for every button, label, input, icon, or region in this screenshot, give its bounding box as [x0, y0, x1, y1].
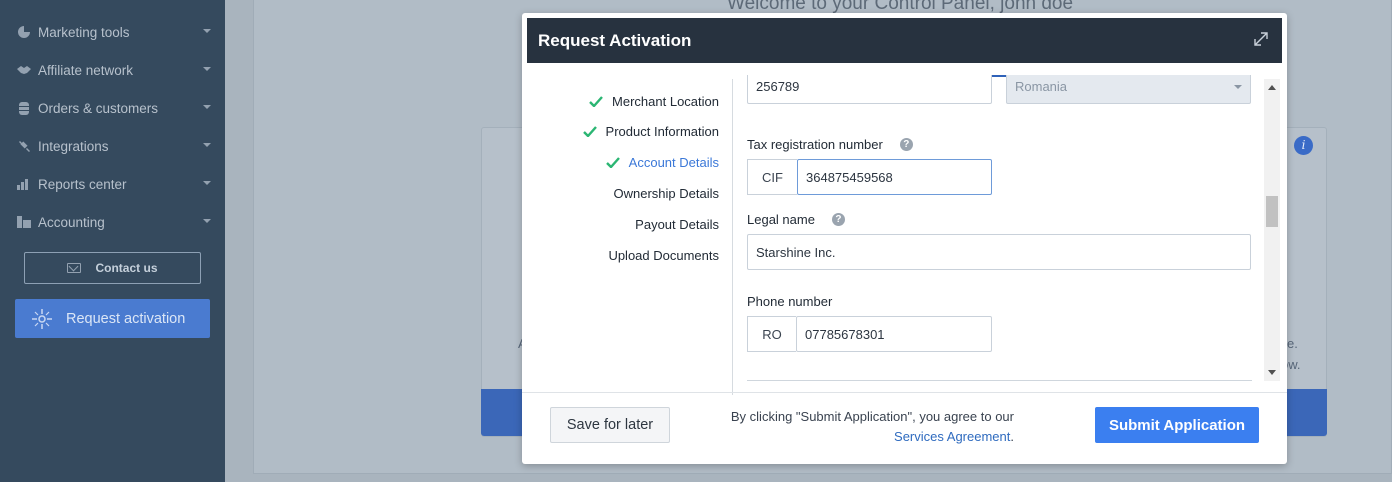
tax-prefix: CIF: [747, 159, 797, 195]
chevron-down-icon: [203, 181, 211, 185]
form-scrollbar[interactable]: [1264, 79, 1280, 381]
tax-number-label: Tax registration number ?: [747, 136, 913, 152]
step-label: Payout Details: [635, 216, 719, 232]
contact-us-button[interactable]: Contact us: [24, 252, 201, 284]
tax-number-value: 364875459568: [806, 169, 893, 185]
bar-chart-icon: [16, 177, 32, 191]
steps-divider: [732, 79, 733, 395]
chevron-down-icon: [1234, 85, 1242, 89]
request-activation-modal: Request Activation Merchant Location Pro…: [522, 13, 1287, 464]
postal-code-value: 256789: [756, 78, 800, 94]
sidebar-item-affiliate-network[interactable]: Affiliate network: [0, 51, 225, 89]
tax-number-label-text: Tax registration number: [747, 136, 883, 152]
handshake-icon: [16, 63, 32, 77]
phone-label: Phone number: [747, 293, 832, 309]
expand-icon[interactable]: [1252, 30, 1270, 48]
sparkle-icon: [32, 308, 52, 329]
sidebar-item-orders-customers[interactable]: Orders & customers: [0, 89, 225, 127]
step-upload-documents[interactable]: Upload Documents: [522, 245, 719, 265]
scroll-down-icon[interactable]: [1268, 370, 1276, 375]
sidebar-item-marketing-tools[interactable]: Marketing tools: [0, 13, 225, 51]
phone-prefix: RO: [747, 316, 796, 352]
country-select[interactable]: Romania: [1006, 75, 1251, 104]
chevron-down-icon: [203, 67, 211, 71]
save-for-later-button[interactable]: Save for later: [550, 407, 670, 443]
check-icon: [589, 95, 603, 107]
step-label: Upload Documents: [608, 247, 719, 263]
check-icon: [582, 125, 597, 137]
sidebar-item-accounting[interactable]: Accounting: [0, 203, 225, 241]
tax-number-input[interactable]: 364875459568: [797, 159, 992, 195]
help-icon[interactable]: ?: [831, 212, 845, 226]
chevron-down-icon: [203, 29, 211, 33]
form-divider: [747, 380, 1252, 381]
sidebar-item-label: Integrations: [38, 138, 109, 154]
plug-icon: [16, 139, 32, 153]
sidebar-item-reports-center[interactable]: Reports center: [0, 165, 225, 203]
sidebar-item-label: Marketing tools: [38, 24, 130, 40]
phone-input[interactable]: 07785678301: [796, 316, 992, 352]
submit-application-button[interactable]: Submit Application: [1095, 407, 1259, 443]
sidebar-item-label: Reports center: [38, 176, 127, 192]
legal-name-label: Legal name ?: [747, 211, 845, 227]
legal-name-value: Starshine Inc.: [756, 244, 836, 260]
database-icon: [16, 101, 32, 115]
phone-label-text: Phone number: [747, 293, 833, 309]
legal-name-input[interactable]: Starshine Inc.: [747, 234, 1251, 270]
modal-title: Request Activation: [538, 30, 692, 50]
envelope-icon: [67, 263, 82, 273]
sidebar-item-label: Orders & customers: [38, 100, 159, 116]
card-text-fragment: e.: [1287, 336, 1298, 351]
request-activation-label: Request activation: [66, 310, 186, 327]
step-label: Merchant Location: [612, 93, 719, 109]
sidebar-item-integrations[interactable]: Integrations: [0, 127, 225, 165]
modal-footer: Save for later By clicking "Submit Appli…: [522, 392, 1287, 464]
contact-us-label: Contact us: [95, 261, 158, 275]
legal-name-label-text: Legal name: [747, 211, 815, 227]
account-details-form: 256789 Romania Tax registration number ?…: [747, 75, 1252, 395]
phone-value: 07785678301: [805, 326, 885, 342]
help-icon[interactable]: ?: [899, 137, 913, 151]
postal-code-input[interactable]: 256789: [747, 75, 992, 104]
sidebar: Marketing tools Affiliate network Orders…: [0, 0, 225, 482]
submit-application-label: Submit Application: [1108, 416, 1246, 434]
accounting-icon: [16, 215, 32, 229]
step-label: Ownership Details: [613, 185, 720, 201]
agreement-period: .: [1010, 429, 1014, 444]
sidebar-item-label: Affiliate network: [38, 62, 134, 78]
check-icon: [605, 156, 620, 168]
request-activation-button[interactable]: Request activation: [15, 299, 210, 338]
scrollbar-thumb[interactable]: [1266, 196, 1278, 227]
services-agreement-link[interactable]: Services Agreement: [894, 429, 1010, 444]
modal-header: Request Activation: [527, 18, 1282, 63]
country-value: Romania: [1015, 78, 1068, 94]
agreement-text: By clicking "Submit Application", you ag…: [722, 407, 1014, 447]
step-label: Product Information: [605, 123, 719, 139]
save-for-later-label: Save for later: [566, 417, 654, 433]
sidebar-item-label: Accounting: [38, 214, 105, 230]
step-ownership-details[interactable]: Ownership Details: [522, 183, 720, 203]
step-account-details[interactable]: Account Details: [522, 152, 719, 172]
chevron-down-icon: [203, 219, 211, 223]
chevron-down-icon: [203, 143, 211, 147]
info-icon[interactable]: i: [1294, 136, 1313, 155]
agreement-sentence: By clicking "Submit Application", you ag…: [730, 409, 1014, 424]
step-payout-details[interactable]: Payout Details: [522, 214, 719, 234]
pie-chart-icon: [16, 25, 32, 39]
step-label: Account Details: [628, 154, 719, 170]
step-product-information[interactable]: Product Information: [522, 121, 719, 141]
chevron-down-icon: [203, 105, 211, 109]
step-merchant-location[interactable]: Merchant Location: [522, 91, 719, 111]
scroll-up-icon[interactable]: [1268, 85, 1276, 90]
